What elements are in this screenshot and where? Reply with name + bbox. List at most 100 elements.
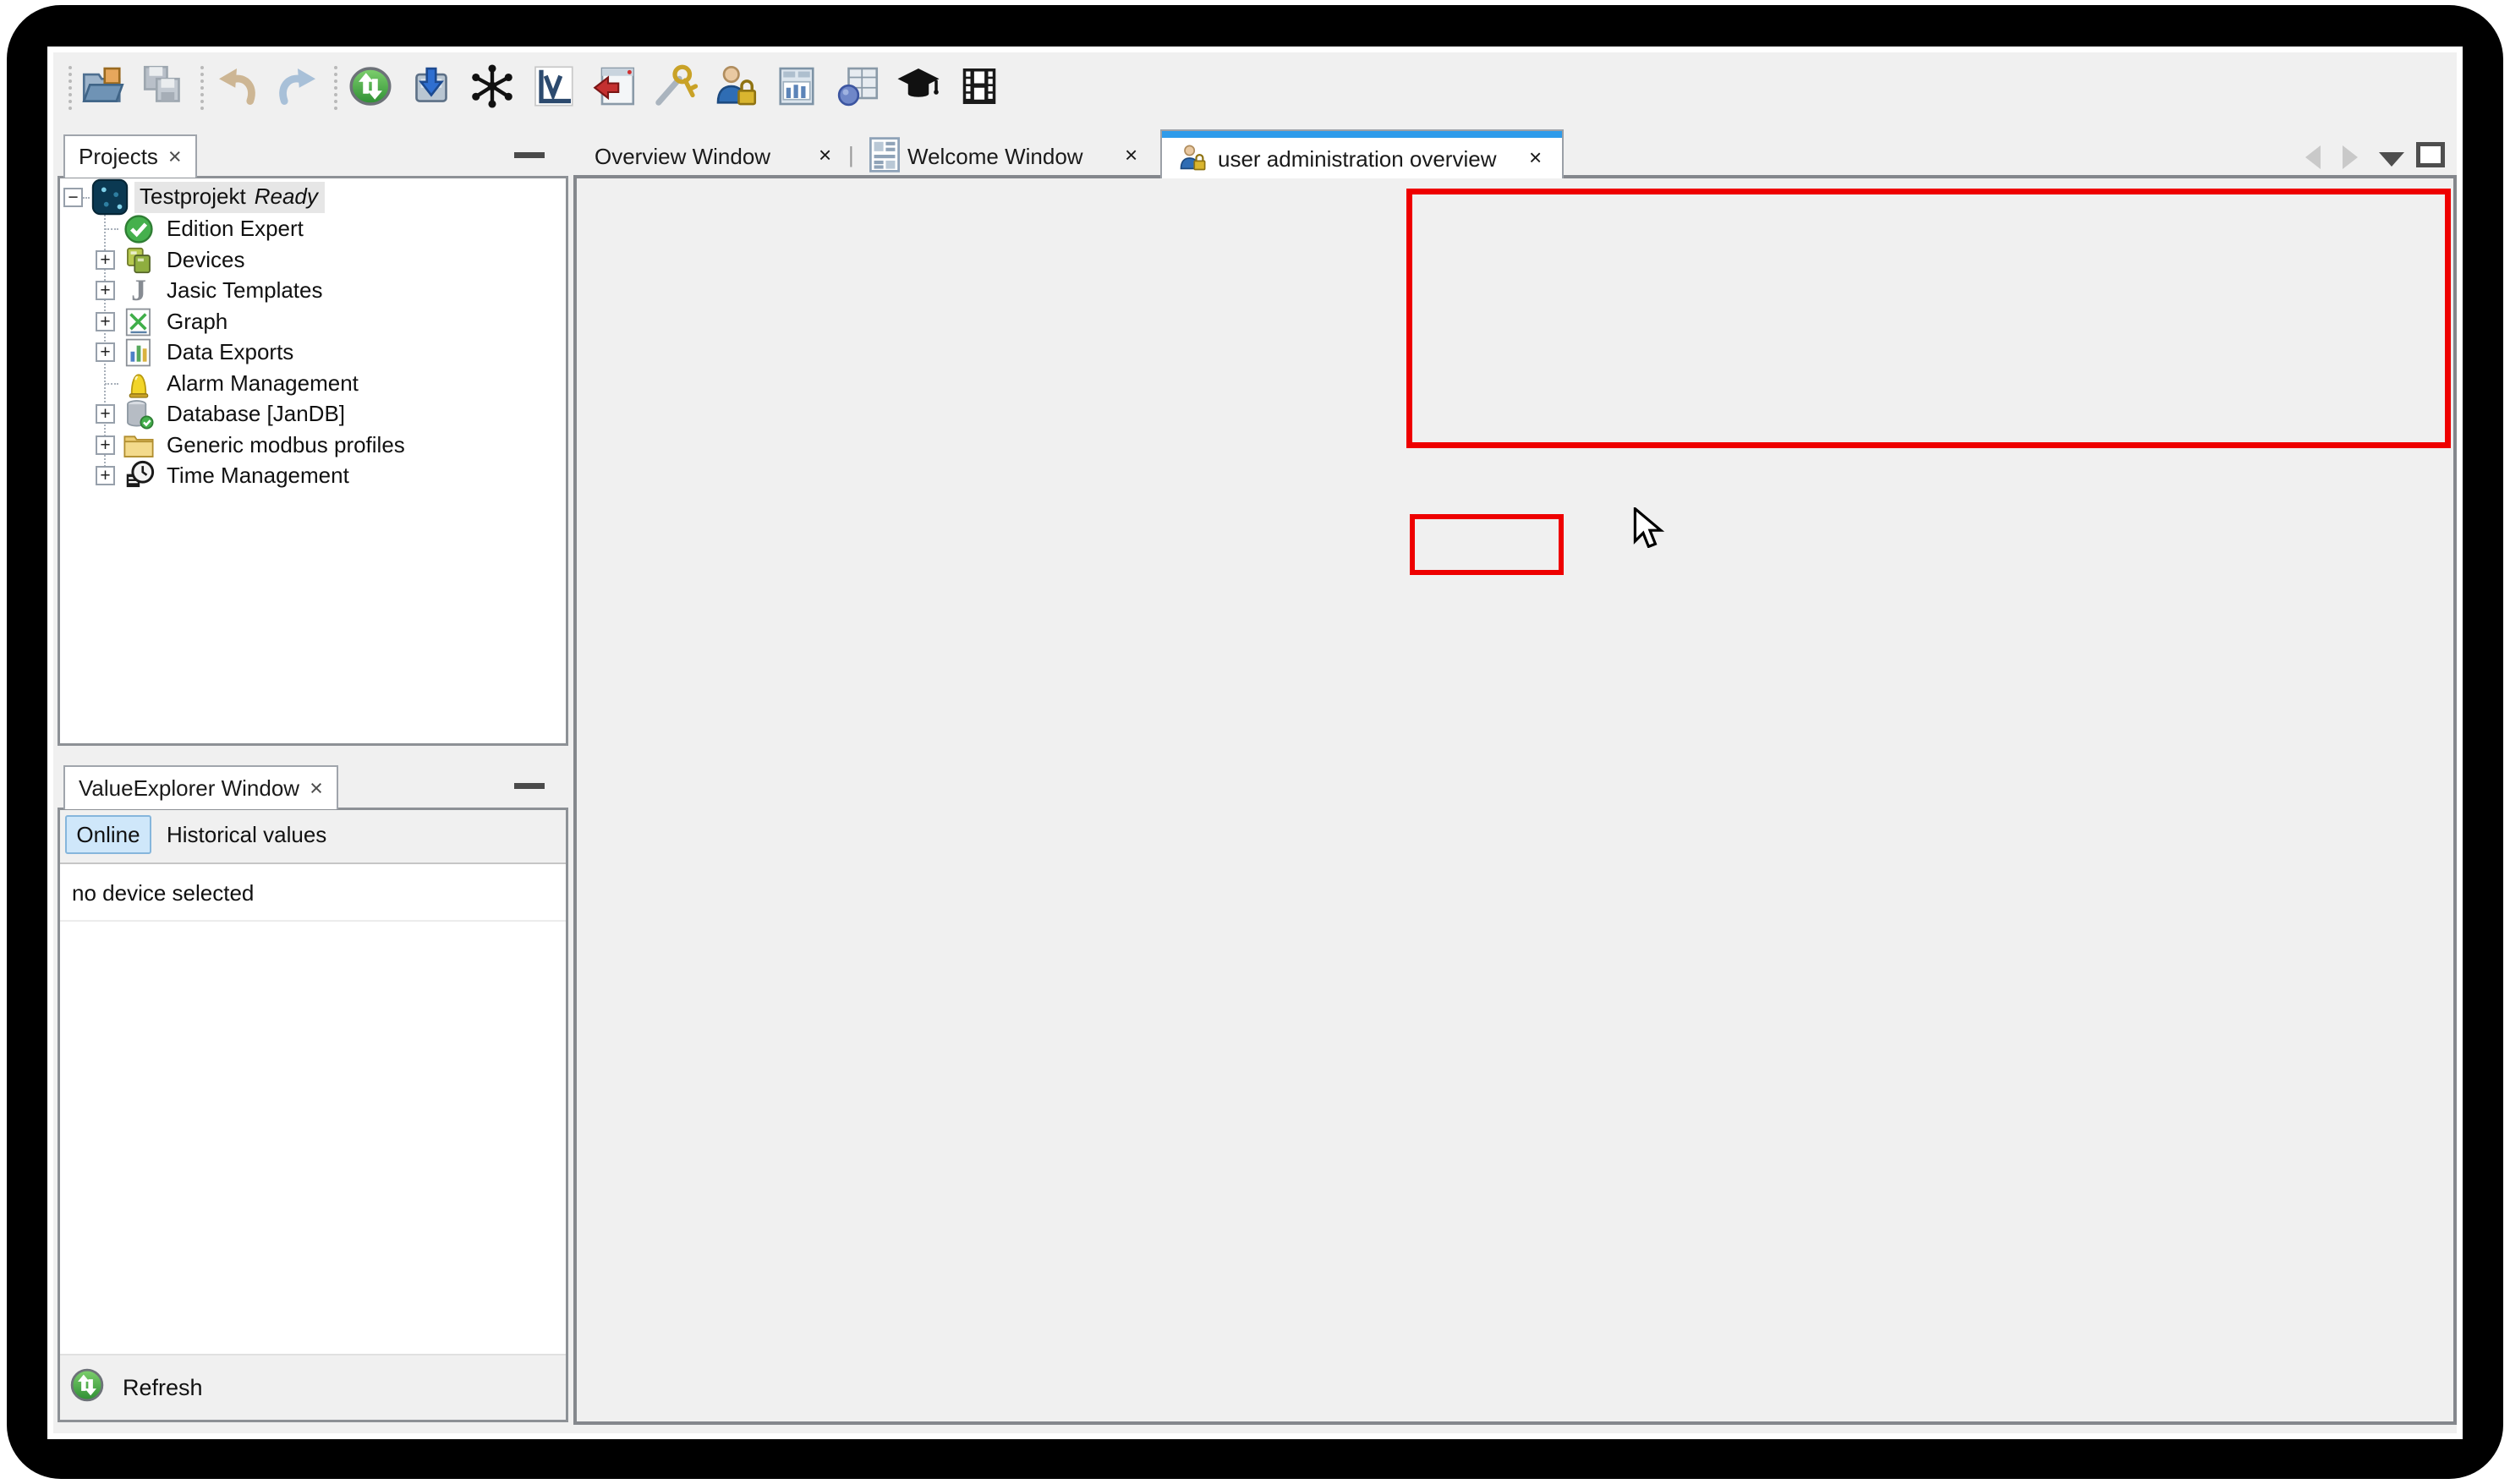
- key-tool-button[interactable]: [650, 63, 699, 113]
- projects-tree-panel: − Testprojekt Ready Edition Expert + Devi…: [58, 176, 568, 746]
- export-window-button[interactable]: [589, 63, 638, 113]
- refresh-label: Refresh: [123, 1375, 203, 1401]
- refresh-button[interactable]: Refresh: [60, 1354, 566, 1420]
- user-security-icon: [1177, 143, 1208, 178]
- no-device-message: no device selected: [60, 866, 566, 922]
- value-chart-icon: [529, 63, 577, 114]
- devices-icon: [123, 244, 155, 277]
- time-icon: [123, 460, 155, 492]
- value-chart-button[interactable]: [529, 63, 578, 113]
- tree-collapse-toggle[interactable]: −: [63, 188, 83, 207]
- save-all-icon: [140, 63, 188, 114]
- undo-icon: [213, 63, 260, 114]
- svg-text:J: J: [131, 273, 146, 305]
- minimize-projects-button[interactable]: [514, 152, 545, 158]
- value-explorer-title: ValueExplorer Window: [79, 775, 299, 802]
- network-button[interactable]: [468, 63, 517, 113]
- tree-expand-toggle[interactable]: +: [96, 281, 115, 300]
- tree-expand-toggle[interactable]: +: [96, 250, 115, 270]
- close-icon[interactable]: ×: [1529, 146, 1542, 168]
- tree-expand-toggle[interactable]: +: [96, 466, 115, 485]
- data-exports-icon: [123, 337, 155, 369]
- tree-expand-toggle[interactable]: +: [96, 312, 115, 331]
- tree-expand-toggle[interactable]: +: [96, 435, 115, 455]
- tab-user-administration-overview[interactable]: user administration overview ×: [1160, 129, 1564, 178]
- toolbar-separator: [69, 66, 72, 110]
- save-all-button[interactable]: [140, 63, 189, 113]
- active-tab-stripe: [1162, 131, 1562, 138]
- tree-label[interactable]: Devices: [167, 247, 244, 273]
- projects-panel-tab[interactable]: Projects ×: [63, 134, 197, 178]
- value-explorer-tabstrip: Online Historical values: [60, 810, 566, 864]
- film-icon: [956, 63, 1003, 114]
- key-tool-icon: [651, 63, 699, 114]
- tree-expand-toggle[interactable]: +: [96, 342, 115, 362]
- projects-panel-title: Projects: [79, 144, 158, 170]
- minimize-value-explorer-button[interactable]: [514, 783, 545, 789]
- device-import-icon: [408, 63, 455, 114]
- graph-icon: [123, 306, 155, 338]
- scroll-tabs-left-icon[interactable]: [2305, 145, 2321, 169]
- tree-state: Ready: [255, 183, 318, 209]
- film-button[interactable]: [955, 63, 1004, 113]
- table-database-icon: [834, 63, 881, 114]
- alarm-icon: [123, 368, 155, 400]
- welcome-window-icon: [869, 137, 900, 177]
- chart-window-icon: [773, 63, 820, 114]
- scroll-tabs-right-icon[interactable]: [2343, 145, 2358, 169]
- annotation-box-login: [1410, 514, 1564, 575]
- tab-separator: |: [848, 142, 854, 168]
- annotation-box-overview: [1406, 189, 2451, 448]
- jasic-icon: J: [123, 273, 155, 305]
- value-explorer-empty-area: [60, 922, 566, 1354]
- device-import-button[interactable]: [407, 63, 456, 113]
- value-explorer-panel: Online Historical values no device selec…: [58, 808, 568, 1422]
- undo-button[interactable]: [212, 63, 261, 113]
- tree-label[interactable]: Database [JanDB]: [167, 401, 345, 427]
- maximize-icon[interactable]: [2416, 142, 2445, 167]
- tab-historical-values[interactable]: Historical values: [167, 822, 326, 848]
- database-icon: [123, 398, 155, 430]
- active-tab-label: user administration overview: [1218, 146, 1496, 172]
- tree-label: Testprojekt: [140, 183, 246, 209]
- close-icon[interactable]: ×: [168, 145, 182, 168]
- tree-label[interactable]: Time Management: [167, 463, 349, 489]
- redo-icon: [274, 63, 321, 114]
- close-icon[interactable]: ×: [819, 144, 831, 166]
- tab-online[interactable]: Online: [65, 815, 151, 854]
- network-icon: [469, 63, 516, 114]
- folder-icon: [123, 431, 155, 460]
- open-project-icon: [79, 63, 127, 114]
- table-database-button[interactable]: [833, 63, 882, 113]
- project-icon: [90, 178, 129, 216]
- open-project-button[interactable]: [79, 63, 128, 113]
- close-icon[interactable]: ×: [1125, 144, 1137, 166]
- tab-list-dropdown-icon[interactable]: [2379, 152, 2404, 167]
- tree-label[interactable]: Data Exports: [167, 339, 293, 365]
- tree-expand-toggle[interactable]: +: [96, 404, 115, 424]
- toolbar-separator: [334, 66, 337, 110]
- export-window-icon: [590, 63, 638, 114]
- sync-refresh-icon: [347, 63, 394, 114]
- redo-button[interactable]: [273, 63, 322, 113]
- education-icon: [895, 63, 942, 114]
- education-button[interactable]: [894, 63, 943, 113]
- chart-window-button[interactable]: [772, 63, 821, 113]
- sync-refresh-button[interactable]: [346, 63, 395, 113]
- value-explorer-tab[interactable]: ValueExplorer Window ×: [63, 765, 338, 809]
- tab-welcome-window[interactable]: Welcome Window: [907, 144, 1083, 170]
- tree-label[interactable]: Alarm Management: [167, 370, 359, 397]
- tree-label[interactable]: Graph: [167, 309, 227, 335]
- tree-label[interactable]: Generic modbus profiles: [167, 432, 405, 458]
- mouse-cursor: [1632, 507, 1668, 552]
- check-icon: [123, 213, 155, 245]
- user-security-icon: [712, 63, 759, 114]
- user-security-button[interactable]: [711, 63, 760, 113]
- tab-overview-window[interactable]: Overview Window: [595, 144, 770, 170]
- close-icon[interactable]: ×: [310, 777, 323, 800]
- toolbar-separator: [200, 66, 204, 110]
- refresh-icon: [69, 1366, 106, 1410]
- tree-label[interactable]: Edition Expert: [167, 216, 304, 242]
- tree-label[interactable]: Jasic Templates: [167, 277, 323, 304]
- app-window: Projects × − Testprojekt Ready Edition Ex…: [53, 52, 2457, 1433]
